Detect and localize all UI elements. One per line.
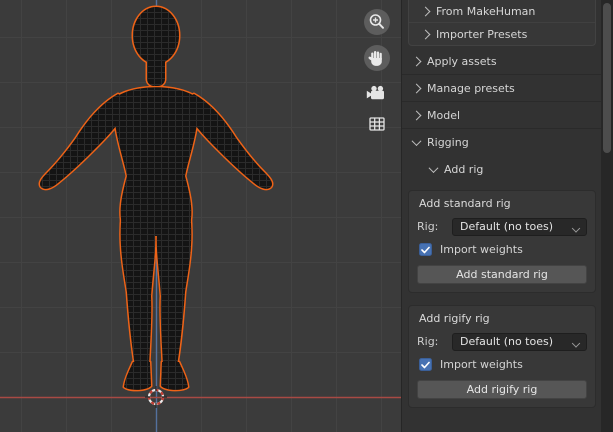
- chevron-down-icon: [428, 162, 439, 173]
- rig-property-row: Rig: Default (no toes): [417, 332, 587, 351]
- import-weights-checkbox[interactable]: [419, 243, 432, 256]
- add-rigify-rig-button[interactable]: Add rigify rig: [417, 380, 587, 399]
- import-weights-row[interactable]: Import weights: [419, 243, 587, 256]
- hand-icon: [364, 45, 390, 71]
- panel-header-apply-assets[interactable]: Apply assets: [402, 48, 601, 75]
- add-standard-rig-button[interactable]: Add standard rig: [417, 265, 587, 284]
- chevron-down-icon: [571, 338, 581, 348]
- camera-view-button[interactable]: [363, 80, 391, 106]
- chevron-right-icon: [411, 56, 422, 66]
- rig-label: Rig:: [417, 335, 439, 348]
- rig-select[interactable]: Default (no toes): [452, 332, 587, 351]
- panel-header-model[interactable]: Model: [402, 102, 601, 129]
- panel-header-add-rig[interactable]: Add rig: [402, 156, 601, 182]
- pan-button[interactable]: [363, 44, 391, 72]
- panel-header-rigging[interactable]: Rigging: [402, 129, 601, 156]
- grid-view-button[interactable]: [363, 110, 391, 136]
- parent-panel-tail: From MakeHuman Importer Presets: [408, 0, 596, 46]
- panel-header-from-makehuman[interactable]: From MakeHuman: [409, 0, 595, 23]
- rig-select-value: Default (no toes): [460, 220, 554, 233]
- import-weights-label: Import weights: [440, 243, 523, 256]
- add-rigify-rig-box: Add rigify rig Rig: Default (no toes) Im…: [408, 305, 596, 408]
- chevron-right-icon: [420, 6, 431, 16]
- panel-header-label: Rigging: [427, 136, 469, 149]
- zoom-button[interactable]: [363, 8, 391, 36]
- checkmark-icon: [421, 246, 430, 253]
- panel-header-label: From MakeHuman: [436, 4, 536, 18]
- box-title: Add rigify rig: [419, 312, 490, 325]
- chevron-down-icon: [411, 136, 422, 147]
- rig-property-row: Rig: Default (no toes): [417, 217, 587, 236]
- viewport-nav-gizmos: [363, 8, 391, 140]
- human-figure-mesh[interactable]: [0, 0, 401, 432]
- checkmark-icon: [421, 361, 430, 368]
- panel-header-label: Add rig: [444, 162, 484, 176]
- sidebar-panel: From MakeHuman Importer Presets Apply as…: [401, 0, 601, 432]
- chevron-right-icon: [420, 29, 431, 39]
- chevron-down-icon: [571, 223, 581, 233]
- panel-header-manage-presets[interactable]: Manage presets: [402, 75, 601, 102]
- import-weights-checkbox[interactable]: [419, 358, 432, 371]
- chevron-right-icon: [411, 110, 422, 120]
- panel-header-label: Manage presets: [427, 81, 515, 95]
- chevron-right-icon: [411, 83, 422, 93]
- rig-select[interactable]: Default (no toes): [452, 217, 587, 236]
- panel-header-label: Apply assets: [427, 54, 497, 68]
- panel-header-importer-presets[interactable]: Importer Presets: [409, 23, 595, 45]
- panel-scrollbar[interactable]: [601, 0, 613, 432]
- mesh-wireframe: [39, 7, 273, 390]
- panel-header-label: Importer Presets: [436, 27, 528, 41]
- 3d-viewport[interactable]: [0, 0, 401, 432]
- scrollbar-thumb[interactable]: [603, 3, 611, 153]
- zoom-icon: [364, 9, 390, 35]
- camera-icon: [366, 85, 384, 100]
- add-standard-rig-box: Add standard rig Rig: Default (no toes) …: [408, 190, 596, 293]
- import-weights-row[interactable]: Import weights: [419, 358, 587, 371]
- rig-label: Rig:: [417, 220, 439, 233]
- panel-header-label: Model: [427, 108, 461, 122]
- rig-select-value: Default (no toes): [460, 335, 554, 348]
- import-weights-label: Import weights: [440, 358, 523, 371]
- grid-icon: [369, 117, 385, 131]
- box-title: Add standard rig: [419, 197, 511, 210]
